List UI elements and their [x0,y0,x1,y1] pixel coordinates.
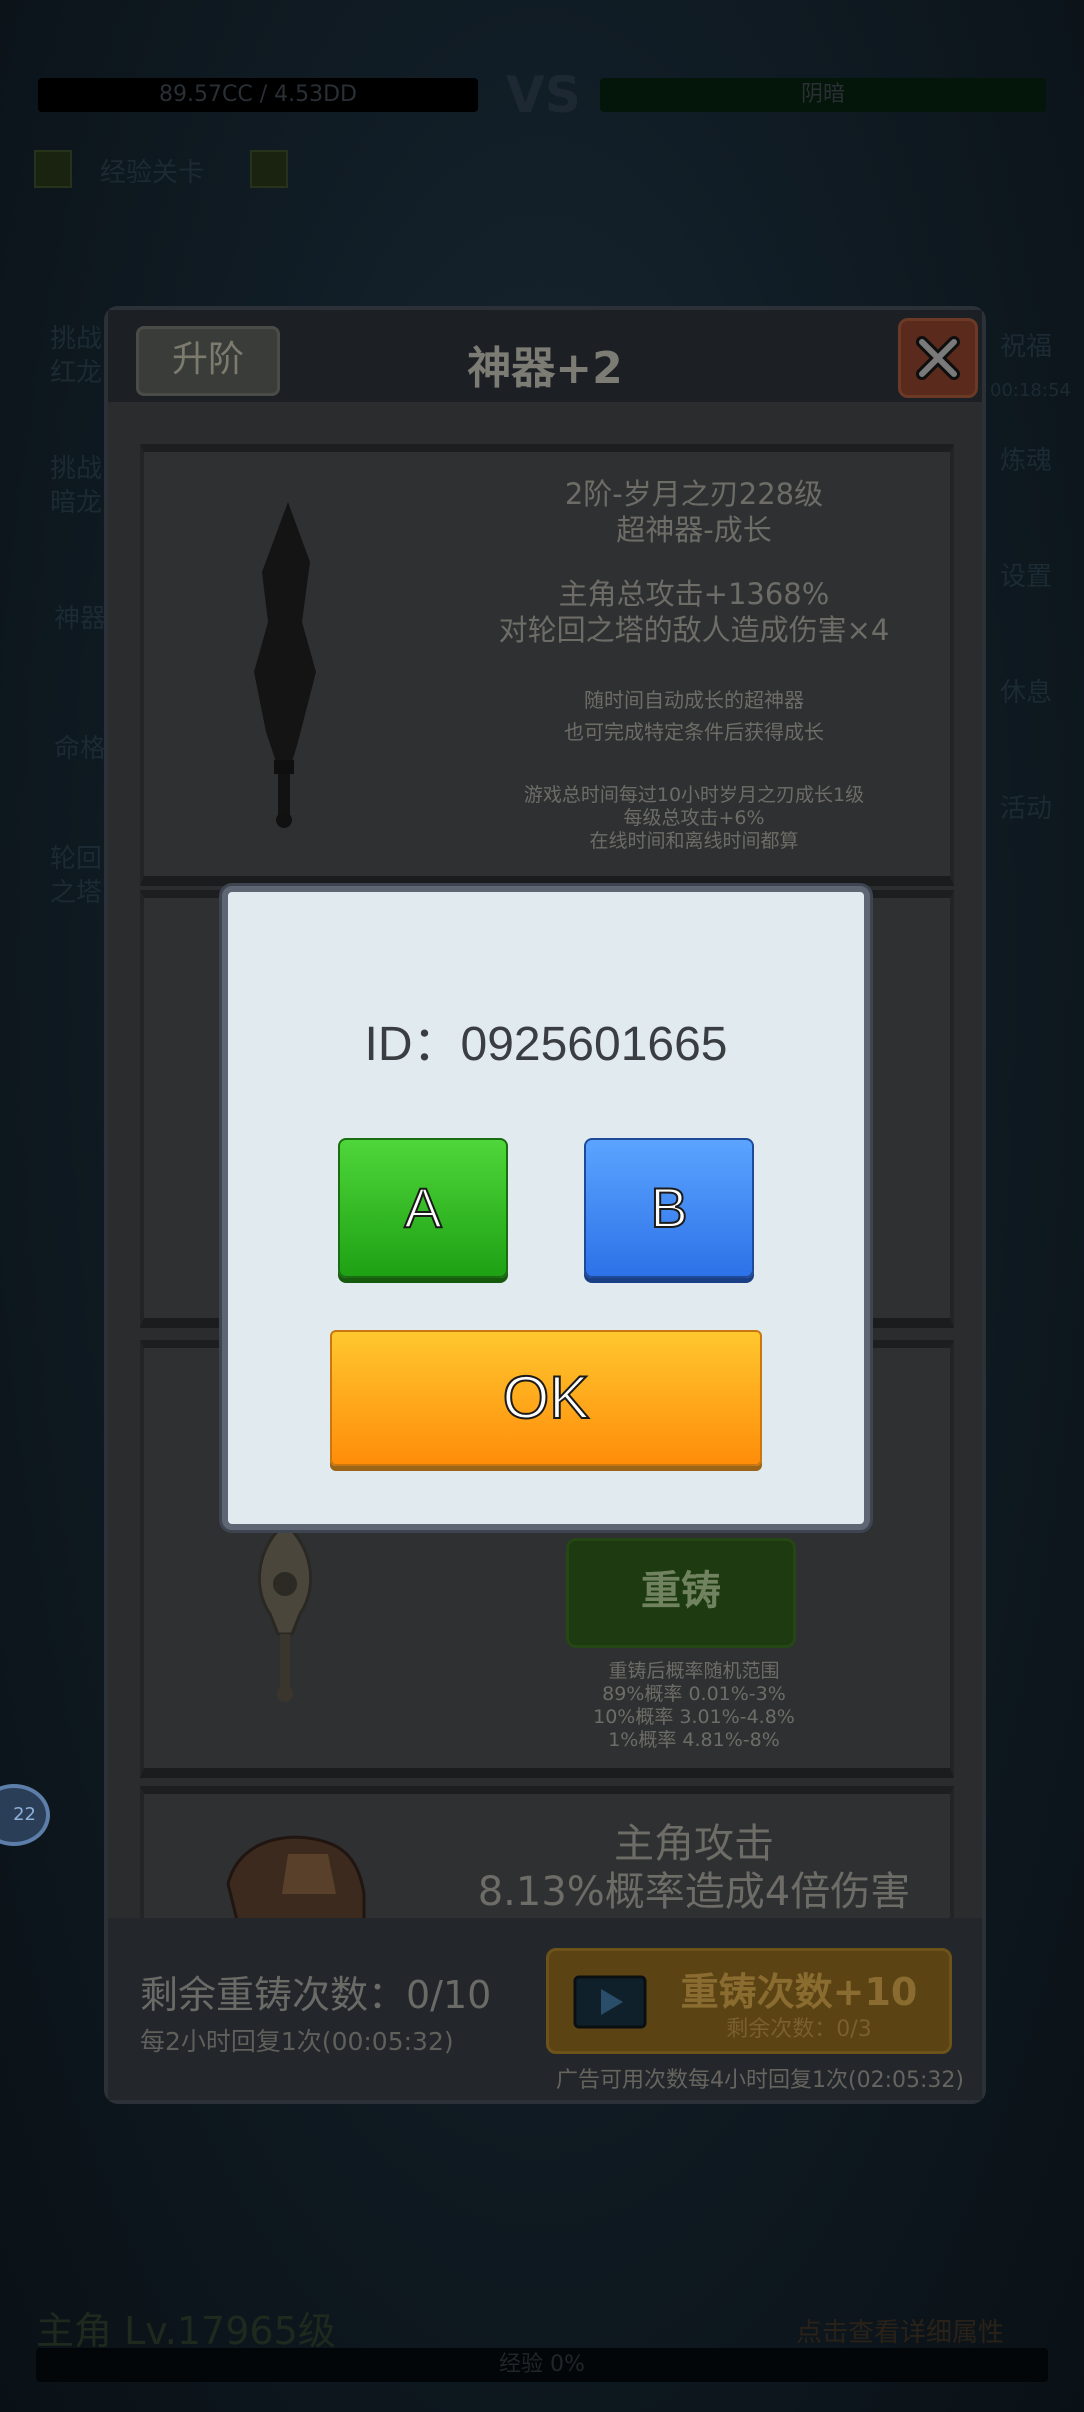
vs-label: VS [506,66,581,124]
video-play-icon [573,1975,647,2029]
menu-challenge-red-dragon[interactable]: 挑战 红龙 [50,322,102,390]
artifact-note-line2: 每级总攻击+6% [623,807,765,829]
scepter-icon [257,1524,313,1702]
panel-footer: 剩余重铸次数：0/10 每2小时回复1次(00:05:32) 重铸次数+10 剩… [108,1918,982,2100]
stage-icon-left[interactable] [34,150,72,188]
side-badge-text: 22 [13,1804,36,1825]
artifact-note-line1: 游戏总时间每过10小时岁月之刃成长1级 [523,784,865,806]
panel-title: 神器+2 [467,343,623,394]
watch-ad-button[interactable]: 重铸次数+10 剩余次数：0/3 [546,1948,952,2054]
artifact-card-attack: 主角攻击 8.13%概率造成4倍伤害 [140,1786,954,1934]
menu-events[interactable]: 活动 [1000,788,1052,825]
artifact-type: 超神器-成长 [616,513,772,547]
enemy-hp-text: 阴暗 [800,82,845,107]
menu-challenge-dark-dragon[interactable]: 挑战 暗龙 [50,452,102,520]
exp-bar: 经验 0% [36,2348,1048,2382]
stage-label: 经验关卡 [100,158,205,188]
menu-artifact[interactable]: 神器 [54,598,106,635]
player-id-text: ID：0925601665 [364,1018,728,1071]
option-a-button[interactable]: A [338,1138,508,1278]
right-timer: 00:18:54 [990,380,1071,401]
recast-range-title: 重铸后概率随机范围 [608,1660,780,1682]
detail-attributes-link[interactable]: 点击查看详细属性 [796,2312,1004,2349]
artifact-name: 2阶-岁月之刃228级 [564,477,824,511]
menu-soul-refine[interactable]: 炼魂 [1000,440,1052,477]
artifact-desc-line2: 也可完成特定条件后获得成长 [564,720,824,744]
menu-rest[interactable]: 休息 [1000,672,1052,709]
artifact-stat-attack: 主角总攻击+1368% [558,577,830,611]
remaining-recast: 剩余重铸次数：0/10 [140,1973,492,2017]
id-dialog: ID：0925601665 A B OK [222,886,870,1530]
recast-button[interactable]: 重铸 [566,1538,796,1648]
enemy-hp-bar: 阴暗 [600,78,1046,112]
player-hp-text: 89.57CC / 4.53DD [159,82,357,107]
close-button[interactable] [898,318,978,398]
menu-settings[interactable]: 设置 [1000,556,1052,593]
attack-line2: 8.13%概率造成4倍伤害 [477,1869,911,1915]
ok-button[interactable]: OK [330,1330,762,1466]
artifact-desc-line1: 随时间自动成长的超神器 [584,688,804,712]
menu-blessing[interactable]: 祝福 [1000,326,1052,363]
exp-text: 经验 0% [499,2352,585,2377]
menu-fate[interactable]: 命格 [54,728,106,765]
artifact-note-line3: 在线时间和离线时间都算 [589,830,799,852]
stage-icon-right[interactable] [250,150,288,188]
attack-line1: 主角攻击 [614,1821,774,1867]
option-b-button[interactable]: B [584,1138,754,1278]
artifact-stat-tower: 对轮回之塔的敌人造成伤害×4 [498,613,890,647]
artifact-card-growth: 2阶-岁月之刃228级 超神器-成长 主角总攻击+1368% 对轮回之塔的敌人造… [140,444,954,886]
panel-header: 升阶 神器+2 [108,310,982,402]
ad-recover-note: 广告可用次数每4小时回复1次(02:05:32) [556,2068,964,2093]
mask-icon [226,1835,366,1924]
hero-level: 主角 Lv.17965级 [36,2309,336,2353]
recast-range-2: 10%概率 3.01%-4.8% [593,1706,795,1728]
side-badge[interactable]: 22 [0,1784,50,1846]
recast-range-3: 1%概率 4.81%-8% [608,1729,780,1751]
ad-title: 重铸次数+10 [680,1970,918,2014]
menu-reincarnation-tower[interactable]: 轮回 之塔 [50,842,102,910]
ad-remaining: 剩余次数：0/3 [726,2017,872,2042]
recast-recover-timer: 每2小时回复1次(00:05:32) [140,2027,454,2056]
close-icon [916,336,960,380]
player-hp-bar: 89.57CC / 4.53DD [38,78,478,112]
recast-range-1: 89%概率 0.01%-3% [602,1683,786,1705]
sword-icon [254,502,316,828]
